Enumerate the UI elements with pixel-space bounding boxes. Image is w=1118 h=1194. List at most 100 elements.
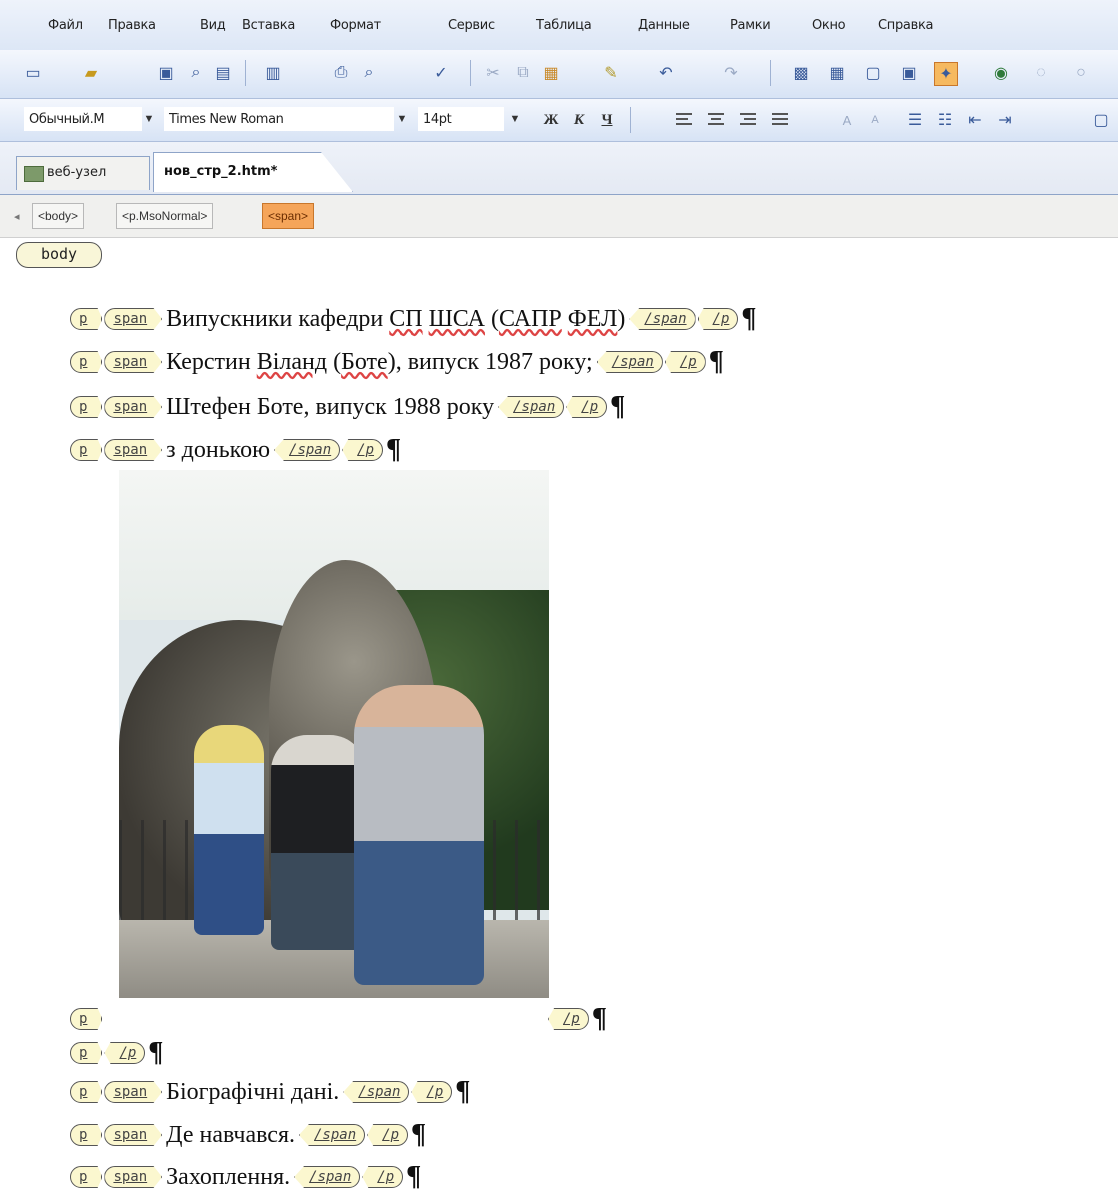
p-close-tag[interactable]: /p — [411, 1081, 453, 1103]
refresh-icon[interactable]: ◌ — [1030, 62, 1052, 84]
span-close-tag[interactable]: /span — [498, 396, 565, 418]
p-close-tag[interactable]: /p — [362, 1166, 404, 1188]
undo-icon[interactable]: ↶ — [655, 62, 677, 84]
web-component-icon[interactable]: ▩ — [790, 62, 812, 84]
quick-tag-paragraph[interactable]: <p.MsoNormal> — [116, 203, 214, 229]
drawing-icon[interactable]: ✦ — [934, 62, 958, 86]
save-icon[interactable]: ▣ — [155, 62, 177, 84]
span-close-tag[interactable]: /span — [596, 351, 663, 373]
align-right-icon[interactable] — [738, 110, 758, 130]
menu-format[interactable]: Формат — [330, 18, 381, 33]
tab-current-page[interactable]: нов_стр_2.htm* — [153, 152, 353, 192]
menu-bar: Файл Правка Вид Вставка Формат Сервис Та… — [0, 0, 1118, 51]
chevron-left-icon[interactable]: ◂ — [14, 210, 20, 223]
print-icon[interactable]: ⎙ — [330, 62, 352, 84]
insert-picture-icon[interactable]: ▣ — [898, 62, 920, 84]
quick-tag-body[interactable]: <body> — [32, 203, 85, 229]
menu-help[interactable]: Справка — [878, 18, 933, 33]
border-icon[interactable]: ▢ — [1090, 109, 1112, 131]
p-close-tag[interactable]: /p — [548, 1008, 589, 1030]
p-open-tag[interactable]: p — [70, 1124, 103, 1146]
body-tag-marker[interactable]: body — [16, 242, 102, 268]
new-page-icon[interactable]: ▭ — [22, 62, 44, 84]
paste-icon[interactable]: ▦ — [540, 62, 562, 84]
increase-indent-icon[interactable]: ⇥ — [994, 109, 1016, 131]
menu-view[interactable]: Вид — [200, 18, 226, 33]
photo-person — [354, 685, 484, 985]
preview-icon[interactable]: ⌕ — [358, 62, 380, 84]
insert-table-icon[interactable]: ▦ — [826, 62, 848, 84]
p-open-tag[interactable]: p — [70, 351, 103, 373]
font-size-select[interactable]: 14pt — [418, 107, 504, 131]
p-open-tag[interactable]: p — [70, 396, 103, 418]
p-open-tag[interactable]: p — [70, 1166, 103, 1188]
span-open-tag[interactable]: span — [104, 351, 163, 373]
chevron-down-icon[interactable]: ▼ — [142, 107, 156, 131]
p-open-tag[interactable]: p — [70, 1042, 103, 1064]
p-close-tag[interactable]: /p — [342, 439, 384, 461]
p-open-tag[interactable]: p — [70, 308, 103, 330]
menu-insert[interactable]: Вставка — [242, 18, 295, 33]
cut-icon[interactable]: ✂ — [482, 62, 504, 84]
increase-font-icon[interactable]: A — [836, 109, 858, 131]
p-open-tag[interactable]: p — [70, 1081, 103, 1103]
menu-window[interactable]: Окно — [812, 18, 846, 33]
numbered-list-icon[interactable]: ☰ — [904, 109, 926, 131]
bold-button[interactable]: Ж — [540, 109, 562, 131]
menu-tools[interactable]: Сервис — [448, 18, 495, 33]
chevron-down-icon[interactable]: ▼ — [395, 107, 409, 131]
span-close-tag[interactable]: /span — [294, 1166, 361, 1188]
span-close-tag[interactable]: /span — [299, 1124, 366, 1146]
span-open-tag[interactable]: span — [104, 1124, 163, 1146]
justify-icon[interactable] — [770, 110, 790, 130]
tab-website[interactable]: веб-узел — [16, 156, 150, 190]
copy-icon[interactable]: ⧉ — [512, 62, 534, 84]
p-close-tag[interactable]: /p — [104, 1042, 146, 1064]
insert-layer-icon[interactable]: ▢ — [862, 62, 884, 84]
italic-button[interactable]: К — [568, 109, 590, 131]
text-run: ( — [484, 305, 499, 332]
chevron-down-icon[interactable]: ▼ — [508, 107, 522, 131]
span-open-tag[interactable]: span — [104, 396, 163, 418]
p-close-tag[interactable]: /p — [566, 396, 608, 418]
span-close-tag[interactable]: /span — [343, 1081, 410, 1103]
span-open-tag[interactable]: span — [104, 308, 163, 330]
menu-table[interactable]: Таблица — [536, 18, 592, 33]
p-close-tag[interactable]: /p — [664, 351, 706, 373]
decrease-font-icon[interactable]: A — [864, 109, 886, 131]
span-close-tag[interactable]: /span — [629, 308, 696, 330]
toggle-pane-icon[interactable]: ▥ — [262, 62, 284, 84]
spelling-icon[interactable]: ✓ — [430, 62, 452, 84]
family-photo[interactable] — [119, 470, 549, 998]
stop-icon[interactable]: ○ — [1070, 62, 1092, 84]
span-open-tag[interactable]: span — [104, 1166, 163, 1188]
publish-icon[interactable]: ▤ — [212, 62, 234, 84]
span-open-tag[interactable]: span — [104, 439, 163, 461]
p-close-tag[interactable]: /p — [697, 308, 739, 330]
bullet-list-icon[interactable]: ☷ — [934, 109, 956, 131]
font-select[interactable]: Times New Roman — [164, 107, 394, 131]
content-line-8: p span Де навчався. /span /p ¶ — [70, 1118, 426, 1152]
content-line-7: p span Біографічні дані. /span /p ¶ — [70, 1075, 470, 1109]
menu-data[interactable]: Данные — [638, 18, 690, 33]
span-close-tag[interactable]: /span — [274, 439, 341, 461]
quick-tag-span[interactable]: <span> — [262, 203, 315, 229]
align-center-icon[interactable] — [706, 110, 726, 130]
underline-button[interactable]: Ч — [596, 109, 618, 131]
p-close-tag[interactable]: /p — [367, 1124, 409, 1146]
p-open-tag[interactable]: p — [70, 1008, 103, 1030]
redo-icon[interactable]: ↷ — [720, 62, 742, 84]
span-open-tag[interactable]: span — [104, 1081, 163, 1103]
search-icon[interactable]: ⌕ — [185, 62, 207, 84]
style-select[interactable]: Обычный.М — [24, 107, 142, 131]
p-open-tag[interactable]: p — [70, 439, 103, 461]
decrease-indent-icon[interactable]: ⇤ — [964, 109, 986, 131]
menu-file[interactable]: Файл — [48, 18, 83, 33]
menu-edit[interactable]: Правка — [108, 18, 156, 33]
open-folder-icon[interactable]: ▰ — [80, 62, 102, 84]
text-run: ), випуск 1987 року; — [387, 348, 593, 375]
format-painter-icon[interactable]: ✎ — [600, 62, 622, 84]
menu-frames[interactable]: Рамки — [730, 18, 771, 33]
hyperlink-icon[interactable]: ◉ — [990, 62, 1012, 84]
align-left-icon[interactable] — [674, 110, 694, 130]
